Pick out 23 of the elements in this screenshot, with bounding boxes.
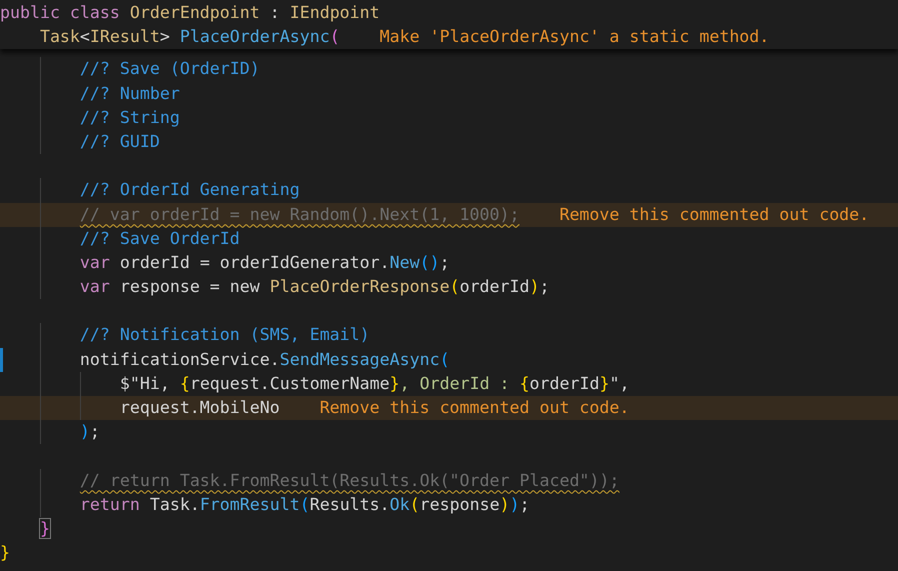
code-line: var response = new PlaceOrderResponse(orderId); xyxy=(80,276,550,298)
code-line: return Task.FromResult(Results.Ok(response)); xyxy=(80,494,530,516)
code-line: notificationService.SendMessageAsync( xyxy=(80,348,450,371)
code-line: //? Notification (SMS, Email) xyxy=(80,324,370,346)
code-line: ); xyxy=(80,421,100,444)
warning-message: Remove this commented out code. xyxy=(320,397,630,419)
code-line: //? OrderId Generating xyxy=(80,179,300,202)
code-line: // var orderId = new Random().Next(1, 1000); xyxy=(80,204,520,226)
warning-message: Remove this commented out code. xyxy=(559,204,870,226)
code-line: $"Hi, {request.CustomerName}, OrderId : {orderId}", xyxy=(120,372,630,395)
code-line: request.MobileNo xyxy=(120,397,280,419)
code-line: public class OrderEndpoint : IEndpoint xyxy=(0,2,380,24)
code-line: Task<IResult> PlaceOrderAsync( xyxy=(40,26,340,48)
code-line: } xyxy=(0,542,10,564)
code-line: //? Save OrderId xyxy=(80,228,240,250)
code-line: // return Task.FromResult(Results.Ok("Order Placed")); xyxy=(80,470,620,492)
code-line: //? GUID xyxy=(80,130,160,153)
code-line: //? Number xyxy=(80,82,180,105)
code-line: var orderId = orderIdGenerator.New(); xyxy=(80,252,450,274)
code-line: } xyxy=(40,518,50,540)
code-line: //? Save (OrderID) xyxy=(80,58,260,80)
warning-message: Make 'PlaceOrderAsync' a static method. xyxy=(380,26,770,48)
code-line: //? String xyxy=(80,106,180,129)
